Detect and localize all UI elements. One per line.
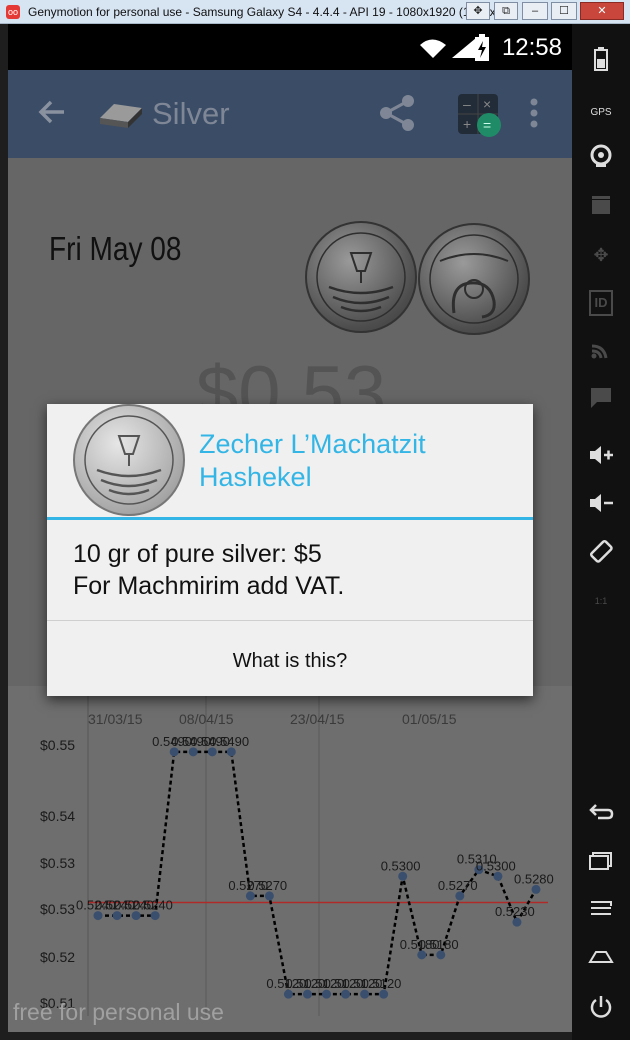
chart-data-label: 0.5300 xyxy=(476,858,516,873)
maximize-button[interactable]: ☐ xyxy=(551,2,577,20)
more-vertical-icon[interactable] xyxy=(526,96,542,132)
window-title: Genymotion for personal use - Samsung Ga… xyxy=(28,5,509,19)
window-title-bar: oo Genymotion for personal use - Samsung… xyxy=(0,0,630,24)
id-icon: ID xyxy=(589,290,613,316)
signal-icons xyxy=(420,38,476,58)
date-label: Fri May 08 xyxy=(49,230,182,267)
chart-data-label: 0.5300 xyxy=(381,858,421,873)
recent-apps-icon[interactable] xyxy=(586,850,616,876)
dialog-title: Zecher L’Machatzit Hashekel xyxy=(199,429,426,492)
minimize-button[interactable]: – xyxy=(522,2,548,20)
svg-text:×: × xyxy=(483,96,491,112)
cast-icon xyxy=(586,338,616,364)
chart-x-tick-label: 01/05/15 xyxy=(402,711,457,727)
volume-down-icon[interactable] xyxy=(586,492,616,518)
svg-text:+: + xyxy=(463,116,471,132)
share-icon[interactable] xyxy=(378,94,416,132)
home-icon[interactable] xyxy=(586,946,616,972)
cell-signal-icon xyxy=(452,38,476,58)
chart-y-tick-label: $0.55 xyxy=(40,737,75,753)
chart-data-label: 0.5240 xyxy=(133,898,173,913)
battery-icon[interactable] xyxy=(586,46,616,72)
move-icon[interactable]: ✥ xyxy=(466,2,490,20)
svg-text:–: – xyxy=(463,96,471,112)
dialog-message: 10 gr of pure silver: $5 For Machmirim a… xyxy=(73,538,513,602)
gps-icon[interactable]: GPS xyxy=(586,98,616,124)
back-arrow-icon[interactable] xyxy=(36,96,68,128)
resize-icon[interactable]: ⧉ xyxy=(494,2,518,20)
app-title: Silver xyxy=(152,96,230,131)
menu-icon[interactable] xyxy=(586,898,616,924)
calculator-icon[interactable]: – × + = xyxy=(456,92,502,138)
back-icon[interactable] xyxy=(586,802,616,828)
coin-back-image xyxy=(418,223,530,335)
chart-data-label: 0.5120 xyxy=(362,976,402,991)
app-bar: Silver – × + = xyxy=(8,70,572,158)
chart-data-label: 0.5490 xyxy=(209,734,249,749)
chart-series-polyline xyxy=(98,750,538,996)
chart-data-label: 0.5270 xyxy=(247,878,287,893)
chart-y-tick-label: $0.54 xyxy=(40,808,75,824)
power-icon[interactable] xyxy=(586,994,616,1020)
sms-icon xyxy=(586,386,616,412)
chart-x-tick-label: 31/03/15 xyxy=(88,711,143,727)
chart-x-tick-label: 23/04/15 xyxy=(290,711,345,727)
chart-x-ticks: 31/03/15 08/04/15 23/04/15 01/05/15 xyxy=(88,711,457,727)
wifi-icon xyxy=(420,39,446,58)
close-window-button[interactable]: ✕ xyxy=(580,2,624,20)
status-time: 12:58 xyxy=(501,34,562,61)
svg-text:=: = xyxy=(483,117,491,133)
silver-bar-icon xyxy=(100,104,142,128)
volume-up-icon[interactable] xyxy=(586,444,616,470)
video-icon xyxy=(586,194,616,220)
rotate-icon[interactable] xyxy=(586,538,616,564)
what-is-this-button[interactable]: What is this? xyxy=(47,621,533,696)
chart-x-tick-label: 08/04/15 xyxy=(179,711,234,727)
chart-y-tick-label: $0.53 xyxy=(40,855,75,871)
chart-y-ticks: $0.55$0.54$0.53$0.53$0.52$0.51 xyxy=(40,737,75,1011)
dialog-message-line1: 10 gr of pure silver: $5 xyxy=(73,540,322,568)
battery-charging-icon xyxy=(475,34,489,61)
status-bar: 12:58 xyxy=(8,24,572,70)
dialog-coin-image xyxy=(73,404,185,516)
chart-data-label: 0.5230 xyxy=(495,904,535,919)
price-chart: $0.55$0.54$0.53$0.53$0.52$0.51 31/03/15 0… xyxy=(8,686,572,1032)
genymotion-logo-icon: oo xyxy=(6,5,20,19)
chart-data-labels: 0.52400.52400.52400.52400.54900.54900.54… xyxy=(76,734,554,991)
watermark: free for personal use xyxy=(13,999,224,1025)
chart-series-line xyxy=(98,750,538,996)
chart-data-label: 0.5270 xyxy=(438,878,478,893)
dialog-title-divider xyxy=(47,517,533,520)
genymotion-toolbar: GPS ✥ ID 1:1 xyxy=(572,24,630,1040)
chart-data-label: 0.5180 xyxy=(419,937,459,952)
coin-front-image xyxy=(305,221,417,333)
info-dialog: Zecher L’Machatzit Hashekel 10 gr of pur… xyxy=(47,404,533,696)
chart-y-tick-label: $0.52 xyxy=(40,949,75,965)
dpad-icon: ✥ xyxy=(593,245,609,265)
webcam-icon[interactable] xyxy=(586,144,616,170)
scale-icon: 1:1 xyxy=(594,596,608,606)
chart-y-tick-label: $0.53 xyxy=(40,901,75,917)
dialog-message-line2: For Machmirim add VAT. xyxy=(73,572,345,600)
chart-data-label: 0.5280 xyxy=(514,871,554,886)
